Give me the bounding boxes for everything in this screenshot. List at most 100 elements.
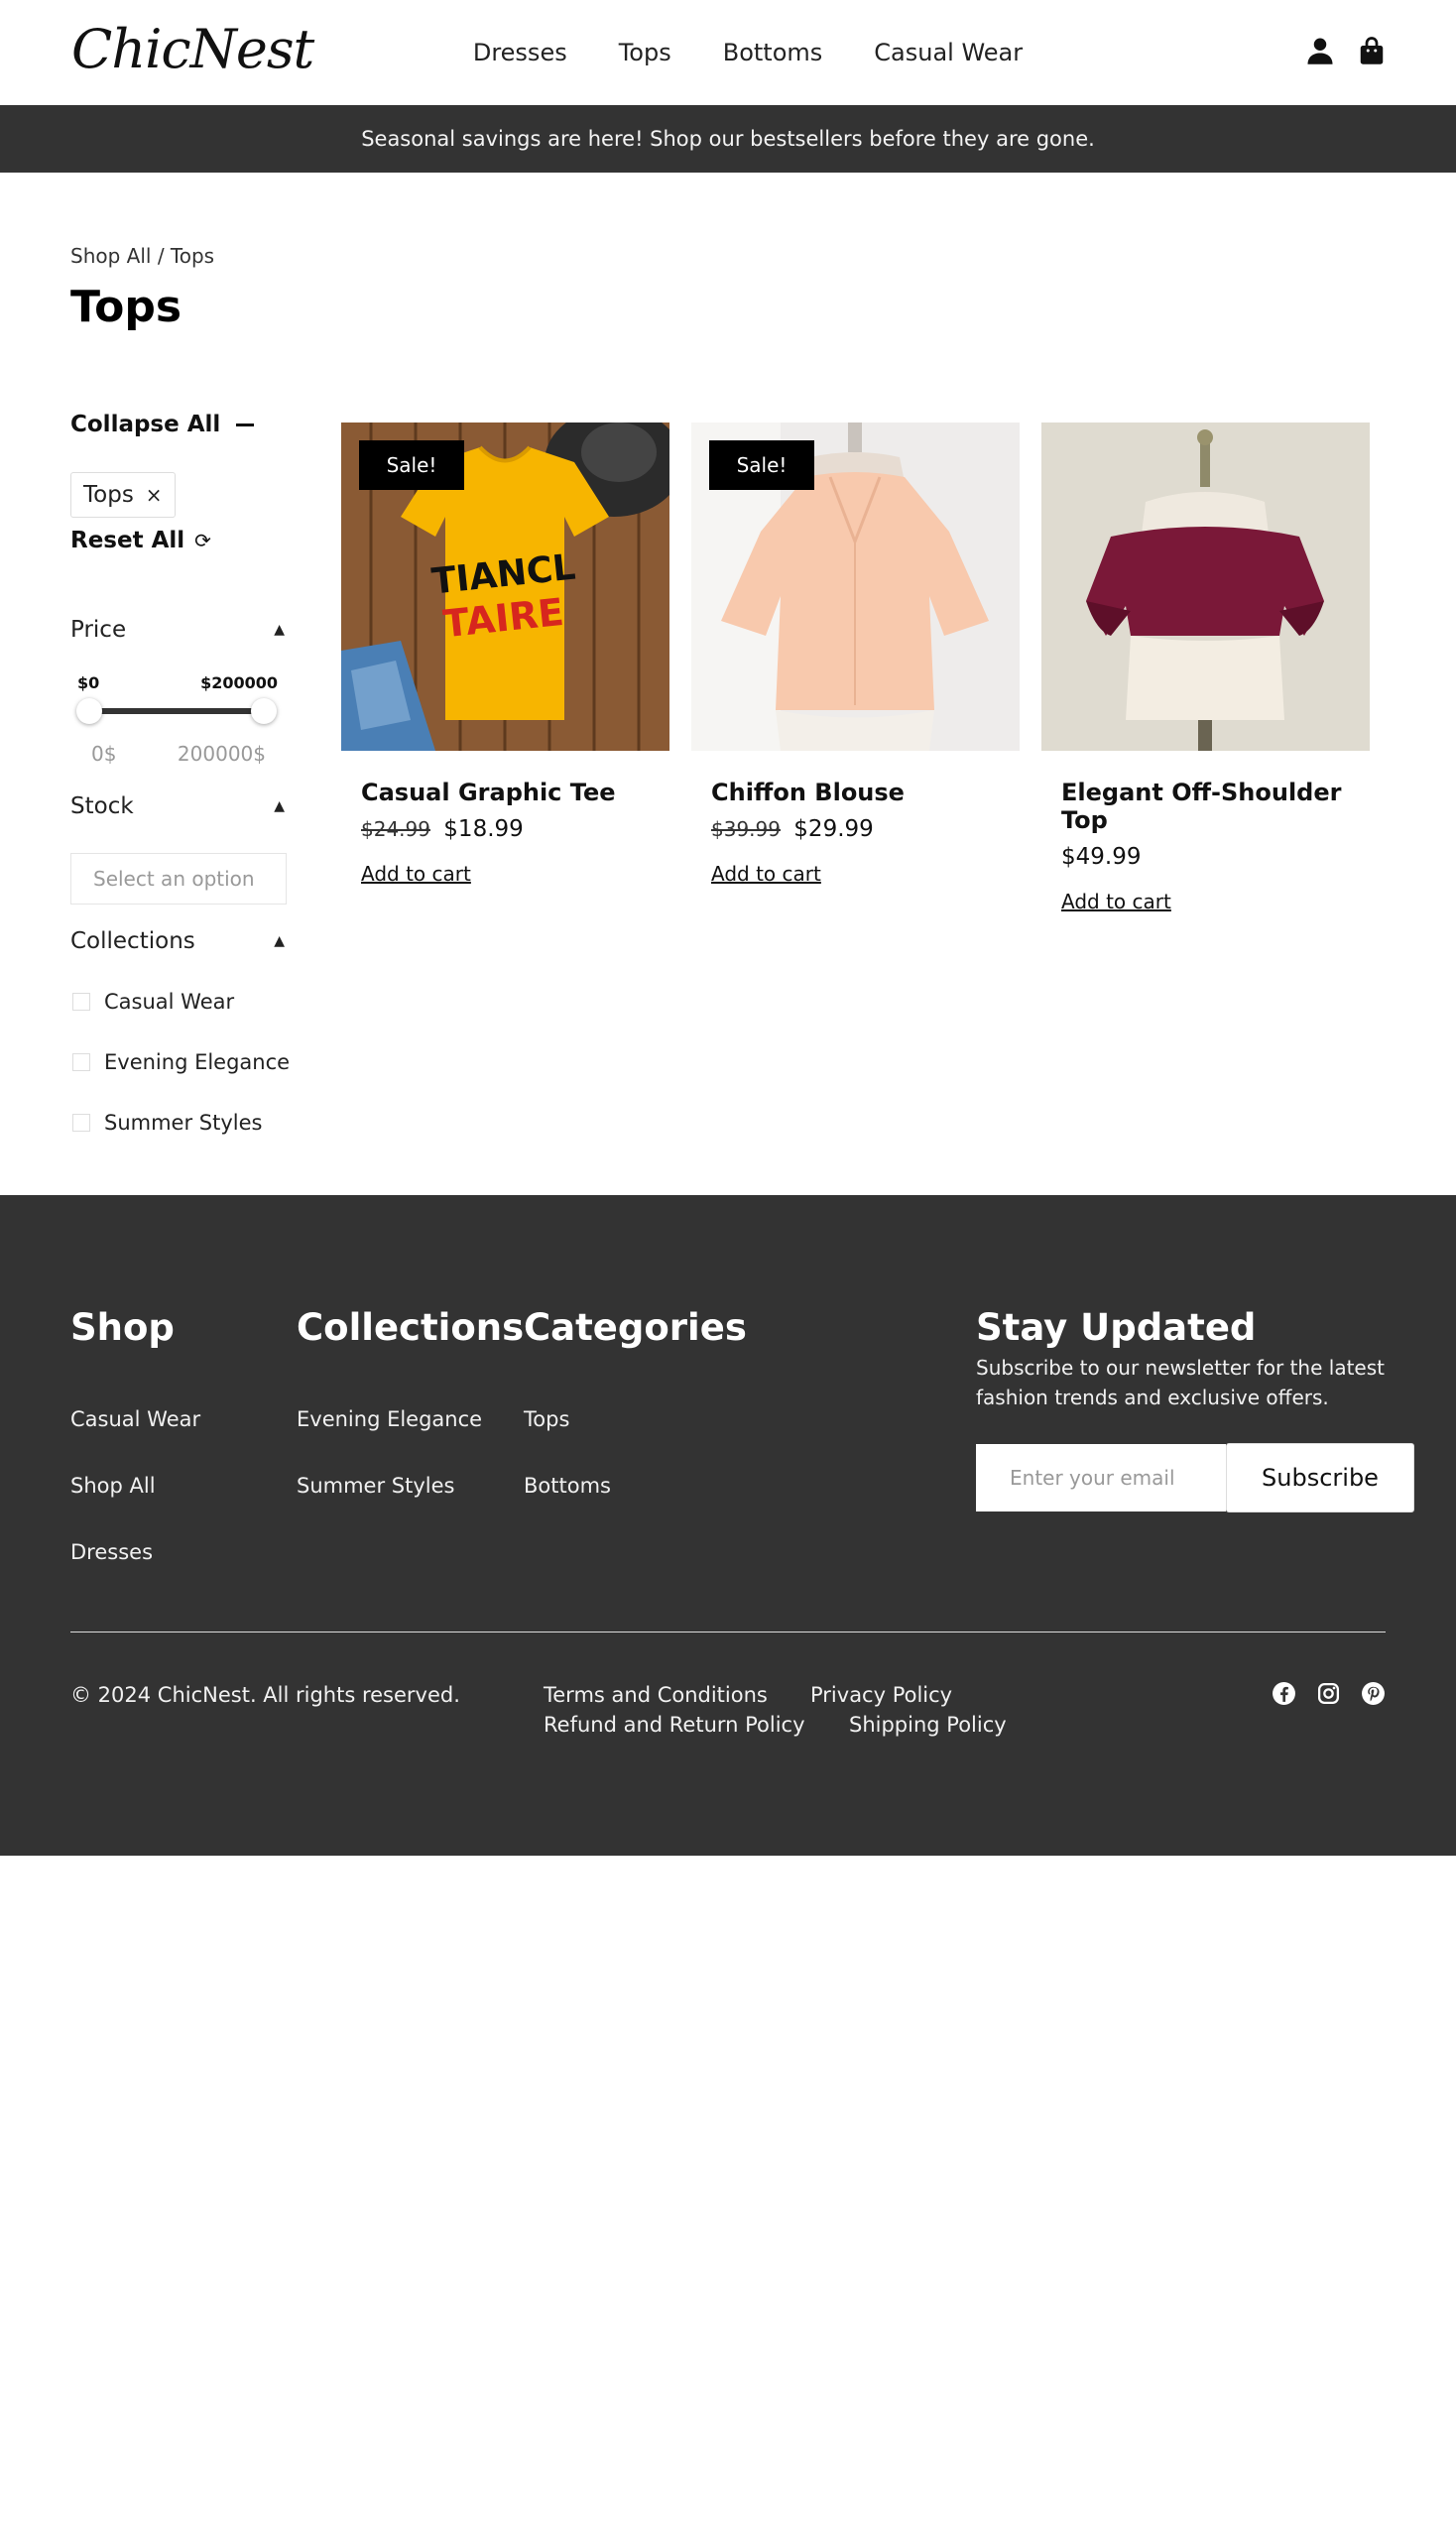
promo-banner: Seasonal savings are here! Shop our best… (0, 105, 1456, 173)
original-price: $24.99 (361, 817, 430, 841)
terms-link[interactable]: Terms and Conditions (544, 1683, 768, 1707)
footer-collections-title: Collections (297, 1306, 525, 1349)
newsletter: Stay Updated Subscribe to our newsletter… (976, 1306, 1412, 1412)
price-min-value: 0$ (91, 742, 117, 766)
facebook-icon[interactable] (1272, 1681, 1296, 1706)
footer-link[interactable]: Dresses (70, 1540, 153, 1564)
refresh-icon: ⟳ (194, 529, 211, 552)
site-footer: Shop Casual Wear Shop All Dresses Collec… (0, 1195, 1456, 1856)
collection-option-evening-elegance[interactable]: Evening Elegance (72, 1050, 290, 1074)
close-icon[interactable]: × (146, 483, 163, 507)
product-name[interactable]: Chiffon Blouse (711, 779, 1020, 806)
collection-option-label: Evening Elegance (104, 1050, 291, 1074)
copyright: © 2024 ChicNest. All rights reserved. (70, 1683, 460, 1707)
subscribe-button[interactable]: Subscribe (1226, 1443, 1414, 1512)
price-min-label: $0 (77, 673, 100, 692)
add-to-cart-button[interactable]: Add to cart (1061, 890, 1171, 913)
nav-bottoms[interactable]: Bottoms (723, 39, 823, 66)
product-name[interactable]: Elegant Off-Shoulder Top (1061, 779, 1370, 834)
collapse-all-label: Collapse All (70, 412, 221, 437)
product-card: Sale! Chiffon Blouse $39.99 $29.99 Add t… (691, 423, 1020, 886)
main-nav: Dresses Tops Bottoms Casual Wear (0, 0, 1456, 105)
collapse-all-button[interactable]: Collapse All (70, 412, 255, 437)
footer-collections-column: Collections Evening Elegance Summer Styl… (297, 1306, 525, 1498)
product-price: $49.99 (1061, 844, 1370, 870)
sale-badge: Sale! (709, 440, 814, 490)
price-min-handle[interactable] (76, 698, 102, 724)
sale-badge: Sale! (359, 440, 464, 490)
footer-categories-column: Categories Tops Bottoms (524, 1306, 747, 1498)
footer-link[interactable]: Tops (524, 1407, 569, 1431)
refund-link[interactable]: Refund and Return Policy (544, 1713, 805, 1737)
chevron-up-icon: ▲ (274, 933, 285, 949)
product-price: $39.99 $29.99 (711, 816, 1020, 842)
checkbox[interactable] (72, 1053, 90, 1071)
product-image[interactable]: Sale! (691, 423, 1020, 751)
checkbox[interactable] (72, 993, 90, 1011)
newsletter-title: Stay Updated (976, 1306, 1257, 1349)
price-max-handle[interactable] (251, 698, 277, 724)
price-range-values: 0$ 200000$ (91, 742, 266, 766)
email-field[interactable]: Enter your email (976, 1444, 1226, 1511)
product-card: Elegant Off-Shoulder Top $49.99 Add to c… (1041, 423, 1370, 913)
newsletter-text: Subscribe to our newsletter for the late… (976, 1356, 1385, 1409)
stock-filter-label: Stock (70, 793, 134, 819)
site-header: ChicNest Dresses Tops Bottoms Casual Wea… (0, 0, 1456, 105)
add-to-cart-button[interactable]: Add to cart (711, 862, 821, 886)
chevron-up-icon: ▲ (274, 798, 285, 814)
shopping-bag-icon[interactable] (1357, 36, 1387, 65)
collection-option-casual-wear[interactable]: Casual Wear (72, 990, 234, 1014)
nav-tops[interactable]: Tops (619, 39, 671, 66)
collection-option-summer-styles[interactable]: Summer Styles (72, 1111, 262, 1135)
price-max-value: 200000$ (177, 742, 266, 766)
pinterest-icon[interactable] (1361, 1681, 1386, 1706)
footer-shop-title: Shop (70, 1306, 175, 1349)
breadcrumb[interactable]: Shop All / Tops (70, 244, 214, 268)
footer-categories-title: Categories (524, 1306, 747, 1349)
active-filter-label: Tops (83, 482, 134, 508)
product-card: TIANCL TAIRE Sale! Casual Graphic Tee $2… (341, 423, 669, 886)
price-max-label: $200000 (200, 673, 278, 692)
active-filter-chip[interactable]: Tops × (70, 472, 176, 518)
stock-select[interactable]: Select an option (70, 853, 287, 905)
promo-text: Seasonal savings are here! Shop our best… (361, 127, 1095, 151)
social-links (1272, 1681, 1386, 1706)
privacy-link[interactable]: Privacy Policy (810, 1683, 952, 1707)
newsletter-form: Enter your email Subscribe (976, 1443, 1414, 1512)
footer-link[interactable]: Bottoms (524, 1474, 611, 1498)
price-filter-label: Price (70, 617, 127, 643)
price-range-labels: $0 $200000 (77, 673, 278, 692)
page-title: Tops (70, 282, 182, 332)
nav-casual-wear[interactable]: Casual Wear (874, 39, 1023, 66)
chevron-up-icon: ▲ (274, 622, 285, 638)
instagram-icon[interactable] (1316, 1681, 1341, 1706)
sale-price: $29.99 (793, 816, 874, 842)
footer-link[interactable]: Evening Elegance (297, 1407, 482, 1431)
nav-dresses[interactable]: Dresses (473, 39, 567, 66)
stock-filter-toggle[interactable]: Stock ▲ (70, 793, 285, 819)
footer-link[interactable]: Shop All (70, 1474, 156, 1498)
footer-shop-column: Shop Casual Wear Shop All Dresses (70, 1306, 200, 1564)
stock-select-placeholder: Select an option (93, 867, 255, 891)
minus-icon (236, 423, 255, 426)
footer-link[interactable]: Summer Styles (297, 1474, 454, 1498)
checkbox[interactable] (72, 1114, 90, 1132)
original-price: $39.99 (711, 817, 781, 841)
price-range-track[interactable] (89, 708, 264, 714)
footer-link[interactable]: Casual Wear (70, 1407, 200, 1431)
sale-price: $18.99 (443, 816, 524, 842)
product-image[interactable] (1041, 423, 1370, 751)
collection-option-label: Casual Wear (104, 990, 235, 1014)
collections-filter-label: Collections (70, 928, 195, 954)
header-icons (1305, 36, 1387, 65)
product-name[interactable]: Casual Graphic Tee (361, 779, 669, 806)
price-filter-toggle[interactable]: Price ▲ (70, 617, 285, 643)
reset-all-button[interactable]: Reset All ⟳ (70, 528, 211, 553)
reset-all-label: Reset All (70, 528, 185, 553)
add-to-cart-button[interactable]: Add to cart (361, 862, 471, 886)
collections-filter-toggle[interactable]: Collections ▲ (70, 928, 285, 954)
product-image[interactable]: TIANCL TAIRE Sale! (341, 423, 669, 751)
product-price: $24.99 $18.99 (361, 816, 669, 842)
shipping-link[interactable]: Shipping Policy (849, 1713, 1007, 1737)
user-icon[interactable] (1305, 36, 1335, 65)
